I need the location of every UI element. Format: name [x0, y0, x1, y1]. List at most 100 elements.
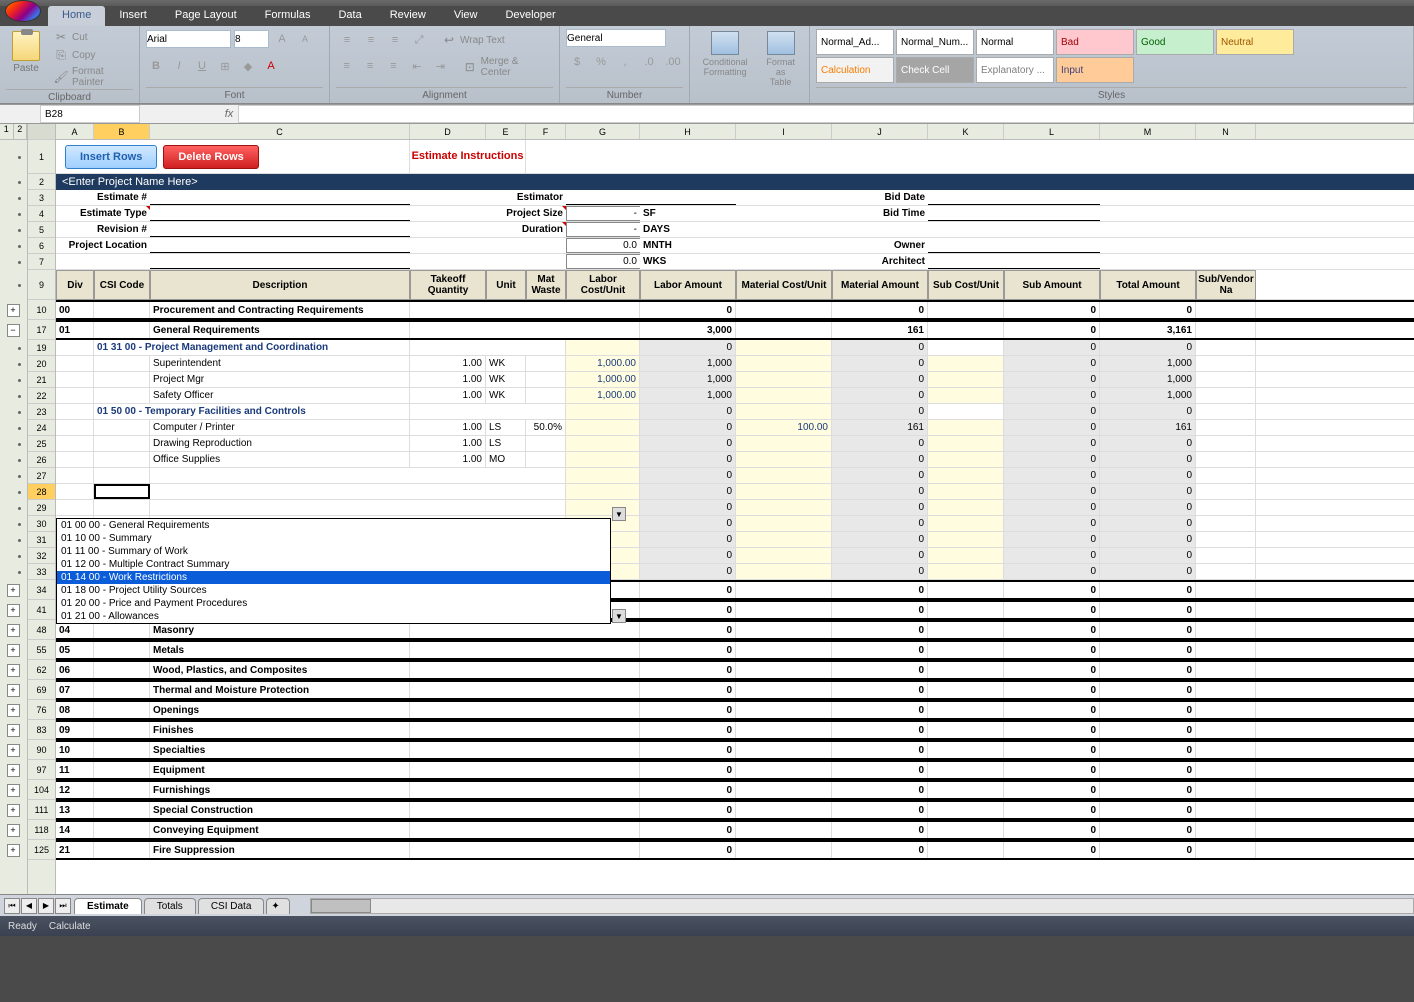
font-size-select[interactable]	[234, 30, 269, 48]
cell[interactable]	[928, 722, 1004, 738]
section-div[interactable]: 00	[56, 302, 94, 318]
section-labor-amt[interactable]: 0	[640, 742, 736, 758]
cell[interactable]	[94, 702, 150, 718]
cell[interactable]	[486, 254, 566, 269]
section-sub-amt[interactable]: 0	[1004, 622, 1100, 638]
dropdown-item[interactable]: 01 18 00 - Project Utility Sources	[57, 584, 610, 597]
cell[interactable]	[410, 822, 640, 838]
item-labor-amt[interactable]: 1,000	[640, 356, 736, 371]
cell[interactable]	[410, 340, 566, 355]
cell[interactable]	[56, 388, 94, 403]
cell[interactable]	[410, 842, 640, 858]
section-sub-amt[interactable]: 0	[1004, 762, 1100, 778]
cell[interactable]: 0	[640, 532, 736, 547]
row-header-5[interactable]: 5	[28, 222, 55, 238]
cell[interactable]	[736, 190, 832, 205]
cell[interactable]	[928, 602, 1004, 618]
field-estimate-num[interactable]	[150, 190, 410, 205]
cell[interactable]	[56, 254, 150, 269]
cell[interactable]	[1196, 322, 1256, 338]
row-header-125[interactable]: 125	[28, 840, 55, 860]
section-mat-amt[interactable]: 0	[832, 702, 928, 718]
style-cell[interactable]: Bad	[1056, 29, 1134, 55]
table-header[interactable]: Material Amount	[832, 270, 928, 300]
cell[interactable]	[1196, 420, 1256, 435]
cell[interactable]	[410, 682, 640, 698]
scroll-thumb[interactable]	[311, 899, 371, 913]
item-total[interactable]: 161	[1100, 420, 1196, 435]
outline-expand-button[interactable]: +	[7, 644, 20, 657]
section-mat-amt[interactable]: 0	[832, 302, 928, 318]
cell[interactable]	[56, 436, 94, 451]
table-header[interactable]: Takeoff Quantity	[410, 270, 486, 300]
cell[interactable]	[56, 452, 94, 467]
table-header[interactable]: CSI Code	[94, 270, 150, 300]
section-labor-amt[interactable]: 0	[640, 702, 736, 718]
section-desc[interactable]: Furnishings	[150, 782, 410, 798]
cell[interactable]	[1196, 602, 1256, 618]
cell[interactable]	[566, 340, 640, 355]
section-mat-amt[interactable]: 0	[832, 602, 928, 618]
label-sf[interactable]: SF	[640, 206, 736, 221]
table-header[interactable]: Labor Cost/Unit	[566, 270, 640, 300]
item-waste[interactable]	[526, 388, 566, 403]
section-total[interactable]: 0	[1100, 802, 1196, 818]
field-estimator[interactable]	[566, 190, 736, 205]
cell[interactable]	[410, 722, 640, 738]
cell[interactable]: 0	[640, 548, 736, 563]
cell[interactable]: 0	[1004, 484, 1100, 499]
cell[interactable]	[56, 500, 94, 515]
cell[interactable]	[736, 742, 832, 758]
cell[interactable]	[928, 682, 1004, 698]
section-desc[interactable]: Wood, Plastics, and Composites	[150, 662, 410, 678]
sheet-tab-csi-data[interactable]: CSI Data	[198, 898, 265, 914]
cell[interactable]	[56, 356, 94, 371]
cell[interactable]: 0	[640, 564, 736, 579]
cell[interactable]: 0	[1100, 484, 1196, 499]
sheet-tab-new[interactable]: ✦	[266, 898, 290, 914]
section-mat-amt[interactable]: 0	[832, 682, 928, 698]
cell[interactable]	[94, 452, 150, 467]
item-mat-amt[interactable]: 0	[832, 452, 928, 467]
item-labor-amt[interactable]: 1,000	[640, 372, 736, 387]
cell[interactable]: 0	[1004, 340, 1100, 355]
section-total[interactable]: 0	[1100, 762, 1196, 778]
cell[interactable]	[566, 500, 640, 515]
cell[interactable]	[736, 516, 832, 531]
cell[interactable]	[410, 302, 640, 318]
cell[interactable]: 0	[1004, 564, 1100, 579]
cell[interactable]	[736, 722, 832, 738]
cell[interactable]	[94, 662, 150, 678]
row-header-118[interactable]: 118	[28, 820, 55, 840]
section-mat-amt[interactable]: 0	[832, 802, 928, 818]
cell[interactable]	[928, 802, 1004, 818]
outline-expand-button[interactable]: +	[7, 744, 20, 757]
item-labor-cost[interactable]	[566, 420, 640, 435]
cell[interactable]	[736, 642, 832, 658]
cell[interactable]	[150, 484, 566, 499]
row-header-21[interactable]: 21	[28, 372, 55, 388]
section-total[interactable]: 0	[1100, 642, 1196, 658]
cell[interactable]	[410, 762, 640, 778]
section-labor-amt[interactable]: 3,000	[640, 322, 736, 338]
section-sub-amt[interactable]: 0	[1004, 662, 1100, 678]
insert-rows-button[interactable]: Insert Rows	[65, 145, 157, 169]
conditional-formatting-button[interactable]: Conditional Formatting	[696, 29, 754, 79]
cell[interactable]	[150, 500, 566, 515]
dropdown-item[interactable]: 01 00 00 - General Requirements	[57, 519, 610, 532]
cell[interactable]	[410, 254, 486, 269]
item-total[interactable]: 1,000	[1100, 388, 1196, 403]
cell[interactable]	[928, 782, 1004, 798]
style-cell[interactable]: Neutral	[1216, 29, 1294, 55]
cell[interactable]	[94, 322, 150, 338]
item-unit[interactable]: LS	[486, 436, 526, 451]
section-div[interactable]: 14	[56, 822, 94, 838]
section-sub-amt[interactable]: 0	[1004, 722, 1100, 738]
cell[interactable]	[566, 484, 640, 499]
cell[interactable]	[928, 322, 1004, 338]
section-sub-amt[interactable]: 0	[1004, 302, 1100, 318]
item-unit[interactable]: WK	[486, 356, 526, 371]
cell[interactable]	[94, 500, 150, 515]
section-div[interactable]: 12	[56, 782, 94, 798]
cell[interactable]: 0	[1100, 532, 1196, 547]
